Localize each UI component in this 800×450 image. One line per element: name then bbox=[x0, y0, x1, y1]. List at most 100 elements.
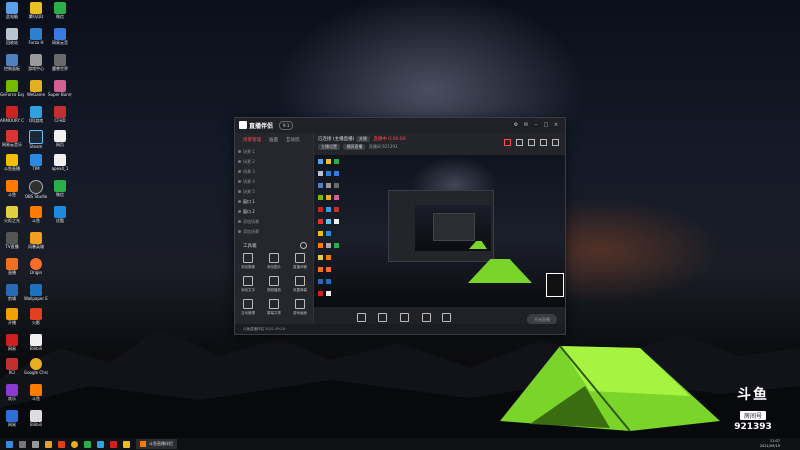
stop-chip[interactable]: 关播 bbox=[355, 136, 370, 142]
mail-icon[interactable]: ✉ bbox=[523, 122, 529, 128]
scene-item[interactable]: 场景 4 bbox=[235, 177, 313, 187]
desktop-icon[interactable]: 回收站 bbox=[0, 28, 24, 45]
desktop-icon[interactable]: 微信 bbox=[48, 180, 72, 197]
desktop-icon[interactable]: 直播 bbox=[0, 258, 24, 275]
desktop-icon[interactable]: 剪辑 bbox=[0, 284, 24, 301]
settings-icon[interactable]: ⚙ bbox=[513, 122, 519, 128]
scene-item[interactable]: 场景 5 bbox=[235, 187, 313, 197]
desktop-icon[interactable]: OBS Studio bbox=[24, 180, 48, 199]
minimize-icon[interactable]: – bbox=[533, 122, 539, 128]
desktop-icon[interactable]: Bilibili bbox=[24, 410, 48, 427]
desktop-icon[interactable]: 网易云音乐 bbox=[0, 130, 24, 147]
desktop-icon[interactable]: 斗鱼 bbox=[24, 384, 48, 401]
desktop-icon[interactable]: 微信 bbox=[48, 2, 72, 19]
tool-game-capture[interactable]: 游戏画面 bbox=[287, 299, 313, 316]
landscape-chip[interactable]: 横屏直播 bbox=[343, 144, 366, 150]
tool-video[interactable]: 视频播放 bbox=[261, 276, 287, 293]
search-icon[interactable] bbox=[19, 440, 26, 448]
desktop-icon[interactable]: Google Chrome bbox=[24, 358, 48, 375]
streamer-settings-chip[interactable]: 主播设置 bbox=[318, 144, 340, 150]
desktop-icon[interactable]: 魔兽世界 bbox=[48, 54, 72, 71]
desktop-icon[interactable]: Forza H bbox=[24, 28, 48, 45]
lock-icon[interactable] bbox=[516, 139, 523, 146]
desktop-icon[interactable]: 火影 bbox=[24, 308, 48, 325]
scene-item[interactable]: 添加场景 bbox=[235, 217, 313, 227]
version-chip[interactable]: 9.1 bbox=[279, 121, 294, 130]
desktop-icon[interactable]: 火炬之光 bbox=[0, 206, 24, 223]
eye-icon[interactable] bbox=[238, 190, 241, 193]
desktop-icon[interactable]: QQ游戏 bbox=[24, 106, 48, 123]
tool-add-camera[interactable]: 添加摄像 bbox=[235, 253, 261, 270]
close-icon[interactable]: × bbox=[553, 122, 559, 128]
desktop-icon[interactable]: Wallpaper Engine bbox=[24, 284, 48, 301]
eye-icon[interactable] bbox=[238, 150, 241, 153]
desktop-icon[interactable]: 斗鱼直播 bbox=[0, 154, 24, 171]
desktop-icon[interactable]: GeForce Experience bbox=[0, 80, 24, 97]
desktop-icon[interactable]: Bilibili bbox=[24, 334, 48, 351]
taskbar-app-icon[interactable] bbox=[58, 440, 65, 448]
chrome-icon[interactable] bbox=[71, 440, 78, 448]
tool-room-manage[interactable]: 直播间管 bbox=[287, 253, 313, 270]
scene-item[interactable]: 添加场景 bbox=[235, 227, 313, 237]
task-view-icon[interactable] bbox=[32, 440, 39, 448]
desktop-icon[interactable]: TIM bbox=[24, 154, 48, 171]
eye-icon[interactable] bbox=[238, 170, 241, 173]
maximize-icon[interactable]: □ bbox=[543, 122, 549, 128]
scene-item[interactable]: 场景 2 bbox=[235, 157, 313, 167]
desktop-icon[interactable]: 优酷 bbox=[48, 206, 72, 223]
desktop-icon[interactable]: 欢乐 bbox=[0, 384, 24, 401]
share-icon[interactable] bbox=[552, 139, 559, 146]
desktop-icon[interactable]: 网易 bbox=[0, 410, 24, 427]
desktop-icon[interactable]: 网页 bbox=[48, 130, 72, 147]
desktop-icon[interactable]: Super Bunny Man bbox=[48, 80, 72, 97]
taskbar-app-icon[interactable] bbox=[97, 440, 104, 448]
desktop-icon[interactable]: TV直播 bbox=[0, 232, 24, 249]
eye-icon[interactable] bbox=[238, 220, 241, 223]
desktop-icon[interactable]: 网易 bbox=[0, 334, 24, 351]
taskbar-app-icon[interactable] bbox=[84, 440, 91, 448]
desktop-icon[interactable]: CFHD bbox=[48, 106, 72, 123]
scene-item[interactable]: 场景 1 bbox=[235, 147, 313, 157]
eye-icon[interactable] bbox=[238, 160, 241, 163]
refresh-icon[interactable] bbox=[300, 242, 307, 249]
tab-interact[interactable]: 互动玩 bbox=[286, 137, 300, 143]
desktop-icon[interactable]: 斗鱼 bbox=[0, 180, 24, 197]
scene-item[interactable]: 场景 3 bbox=[235, 167, 313, 177]
desktop-icon[interactable]: Steam bbox=[24, 130, 48, 149]
desktop-icon[interactable]: apex4_1 bbox=[48, 154, 72, 171]
taskbar-clock[interactable]: 11:07 2021/09/19 bbox=[760, 439, 780, 449]
desktop-icon[interactable]: 网易云音 bbox=[48, 28, 72, 45]
tool-screen-share[interactable]: 屏幕共享 bbox=[261, 299, 287, 316]
scene-item[interactable]: 窗口 2 bbox=[235, 207, 313, 217]
desktop-icon[interactable]: 控制面板 bbox=[0, 54, 24, 71]
desktop-icon[interactable]: 腾讯QQ bbox=[24, 2, 48, 19]
tab-display[interactable]: 画面 bbox=[269, 137, 278, 143]
desktop-icon[interactable]: 此电脑 bbox=[0, 2, 24, 19]
eye-icon[interactable] bbox=[238, 230, 241, 233]
eye-icon[interactable] bbox=[238, 180, 241, 183]
taskbar-app-icon[interactable] bbox=[45, 440, 52, 448]
desktop-icon[interactable]: Origin bbox=[24, 258, 48, 275]
record-icon[interactable] bbox=[504, 139, 511, 146]
taskbar-app-icon[interactable] bbox=[110, 440, 117, 448]
desktop-icon[interactable]: 开播 bbox=[0, 308, 24, 325]
stream-preview[interactable] bbox=[314, 155, 565, 307]
tool-interact[interactable]: 互动管理 bbox=[235, 299, 261, 316]
desktop-icon[interactable]: 游戏中心 bbox=[24, 54, 48, 71]
live-companion-window[interactable]: 直播伴侣 9.1 ⚙ ✉ – □ × 场景管理 画面 互动玩 场景 1 场景 2… bbox=[234, 117, 566, 335]
tool-danmaku[interactable]: 设置弹幕 bbox=[287, 276, 313, 293]
screenshot-icon[interactable] bbox=[528, 139, 535, 146]
start-icon[interactable] bbox=[6, 440, 13, 448]
scene-item[interactable]: 窗口 1 bbox=[235, 197, 313, 207]
taskbar-app-icon[interactable] bbox=[123, 440, 130, 448]
desktop-icon[interactable]: 风暴英雄 bbox=[24, 232, 48, 249]
window-titlebar[interactable]: 直播伴侣 9.1 ⚙ ✉ – □ × bbox=[235, 118, 565, 133]
tool-add-text[interactable]: 添加文字 bbox=[235, 276, 261, 293]
chat-icon[interactable] bbox=[540, 139, 547, 146]
tab-scenes[interactable]: 场景管理 bbox=[243, 137, 261, 143]
desktop-icon[interactable]: RCI bbox=[0, 358, 24, 375]
desktop-icon[interactable]: WeGame bbox=[24, 80, 48, 97]
desktop-icon[interactable]: 斗鱼 bbox=[24, 206, 48, 223]
taskbar-active-app[interactable]: 斗鱼直播伴侣 bbox=[136, 439, 177, 449]
eye-icon[interactable] bbox=[238, 200, 241, 203]
